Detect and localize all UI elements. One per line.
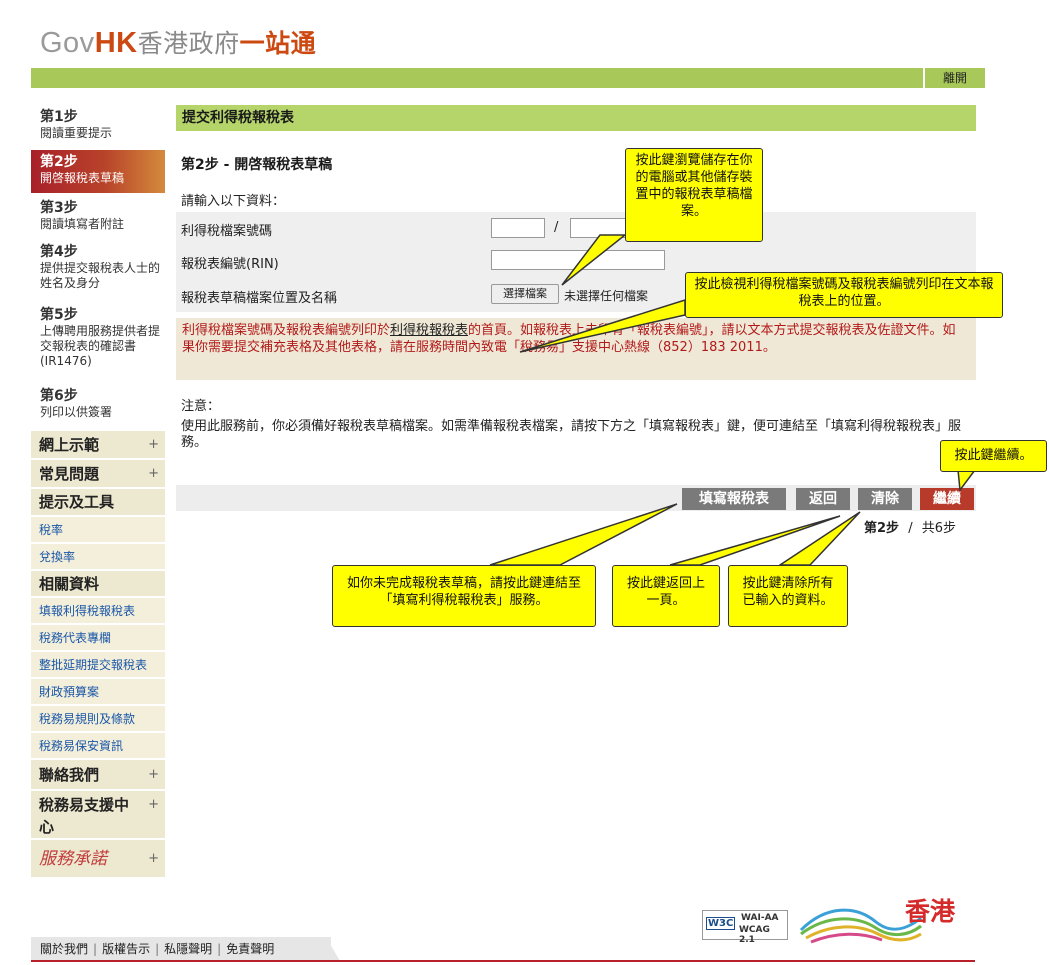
footer-line: [31, 960, 975, 962]
w3c-icon: W3C: [706, 917, 736, 930]
wcag-text: WCAG 2.1: [739, 925, 770, 945]
footer-separator: |: [217, 942, 222, 956]
callout-browse: 按此鍵瀏覽儲存在你的電腦或其他儲存裝置中的報稅表草稿檔案。: [625, 148, 763, 242]
pointer-clear: [777, 511, 861, 566]
footer-links: 關於我們 | 版權告示 | 私隱聲明 | 免責聲明: [31, 937, 331, 961]
footer-tab-corner: [326, 937, 340, 961]
footer-separator: |: [155, 942, 160, 956]
callout-pointers: [489, 234, 977, 566]
callout-view-position: 按此檢視利得稅檔案號碼及報稅表編號列印在文本報稅表上的位置。: [685, 272, 1003, 318]
footer-disclaimer-link[interactable]: 免責聲明: [226, 942, 274, 956]
wai-text: WAI-AA: [741, 913, 779, 923]
callout-back: 按此鍵返回上一頁。: [612, 565, 720, 627]
callout-clear: 按此鍵清除所有已輸入的資料。: [728, 565, 848, 627]
brand-hk-text: 香港: [905, 897, 956, 926]
pointer-view-pos: [519, 298, 686, 353]
footer-about-link[interactable]: 關於我們: [40, 942, 88, 956]
wcag-badge[interactable]: W3C WAI-AA WCAG 2.1: [702, 910, 788, 945]
callout-fill: 如你未完成報稅表草稿，請按此鍵連結至「填寫利得稅報稅表」服務。: [332, 565, 596, 627]
pointer-browse: [561, 234, 628, 286]
pointer-fill: [489, 503, 678, 566]
footer-copyright-link[interactable]: 版權告示: [102, 942, 150, 956]
footer-separator: |: [93, 942, 98, 956]
footer-privacy-link[interactable]: 私隱聲明: [164, 942, 212, 956]
pointer-continue: [957, 469, 977, 492]
callout-continue: 按此鍵繼續。: [940, 440, 1047, 472]
